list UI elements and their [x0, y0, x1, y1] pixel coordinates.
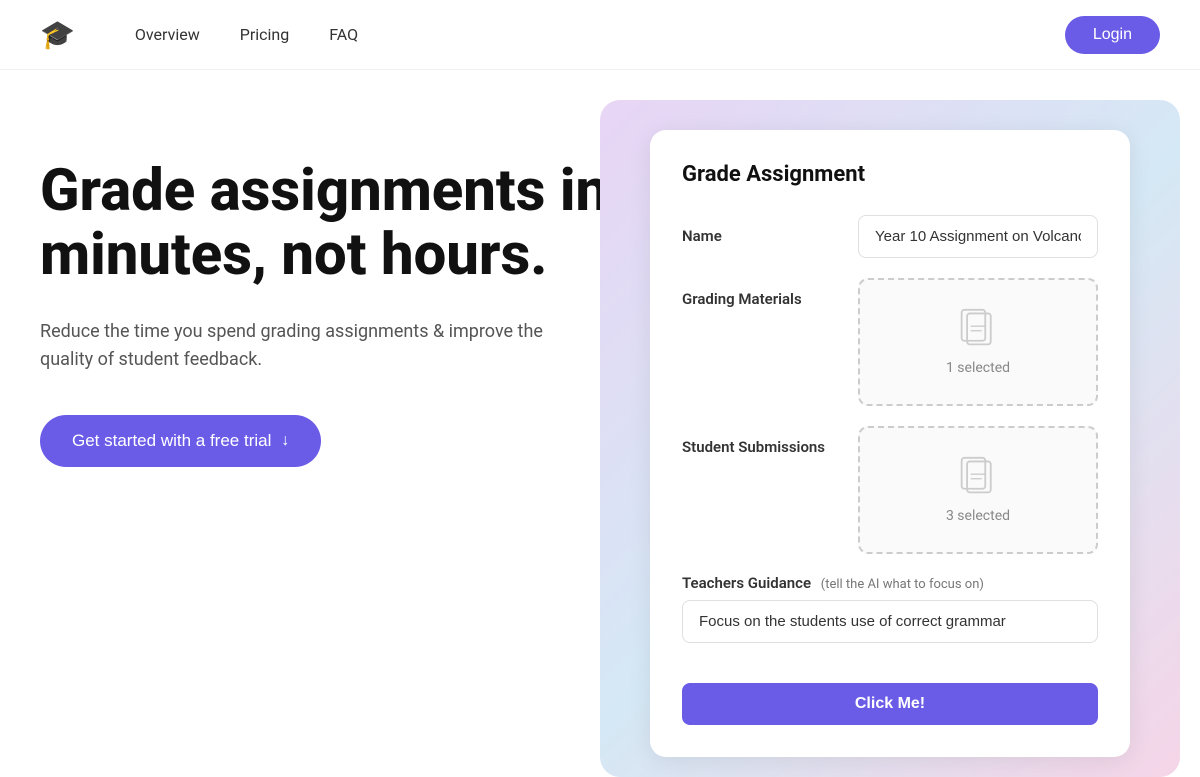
student-submissions-selected-text: 3 selected	[876, 508, 1080, 524]
teachers-guidance-form-group: Teachers Guidance (tell the AI what to f…	[682, 574, 1098, 643]
main-content: Grade assignments in minutes, not hours.…	[0, 70, 1200, 750]
name-label: Name	[682, 215, 842, 245]
grading-materials-upload[interactable]: 1 selected	[858, 278, 1098, 406]
student-submissions-input-wrapper: 3 selected	[858, 426, 1098, 554]
cta-button[interactable]: Get started with a free trial ↓	[40, 415, 321, 467]
grading-materials-file-icon	[876, 308, 1080, 352]
hero-headline: Grade assignments in minutes, not hours.	[40, 160, 620, 288]
grading-materials-label: Grading Materials	[682, 278, 842, 308]
cta-arrow-icon: ↓	[281, 432, 289, 450]
student-submissions-file-icon	[876, 456, 1080, 500]
student-submissions-form-row: Student Submissions 3 selected	[682, 426, 1098, 554]
logo-icon: 🎓	[40, 18, 75, 51]
name-input[interactable]	[858, 215, 1098, 258]
navbar: 🎓 Overview Pricing FAQ Login	[0, 0, 1200, 70]
login-button[interactable]: Login	[1065, 16, 1160, 54]
grading-materials-selected-text: 1 selected	[876, 360, 1080, 376]
card-title: Grade Assignment	[682, 162, 1098, 187]
student-submissions-label: Student Submissions	[682, 426, 842, 456]
hero-section: Grade assignments in minutes, not hours.…	[40, 130, 620, 467]
nav-links: Overview Pricing FAQ	[135, 25, 1065, 44]
logo[interactable]: 🎓	[40, 18, 75, 51]
name-input-wrapper	[858, 215, 1098, 258]
nav-faq[interactable]: FAQ	[329, 25, 358, 44]
student-submissions-upload[interactable]: 3 selected	[858, 426, 1098, 554]
name-form-row: Name	[682, 215, 1098, 258]
submit-button[interactable]: Click Me!	[682, 683, 1098, 725]
cta-label: Get started with a free trial	[72, 431, 271, 451]
teachers-guidance-input[interactable]	[682, 600, 1098, 643]
grading-materials-input-wrapper: 1 selected	[858, 278, 1098, 406]
grade-assignment-card: Grade Assignment Name Grading Materials	[650, 130, 1130, 757]
grading-materials-form-row: Grading Materials 1 selected	[682, 278, 1098, 406]
card-section: Grade Assignment Name Grading Materials	[620, 130, 1160, 757]
teachers-guidance-sub: (tell the AI what to focus on)	[821, 577, 984, 592]
hero-subtitle: Reduce the time you spend grading assign…	[40, 318, 560, 376]
nav-overview[interactable]: Overview	[135, 25, 200, 44]
teachers-guidance-label: Teachers Guidance (tell the AI what to f…	[682, 574, 1098, 592]
nav-pricing[interactable]: Pricing	[240, 25, 290, 44]
